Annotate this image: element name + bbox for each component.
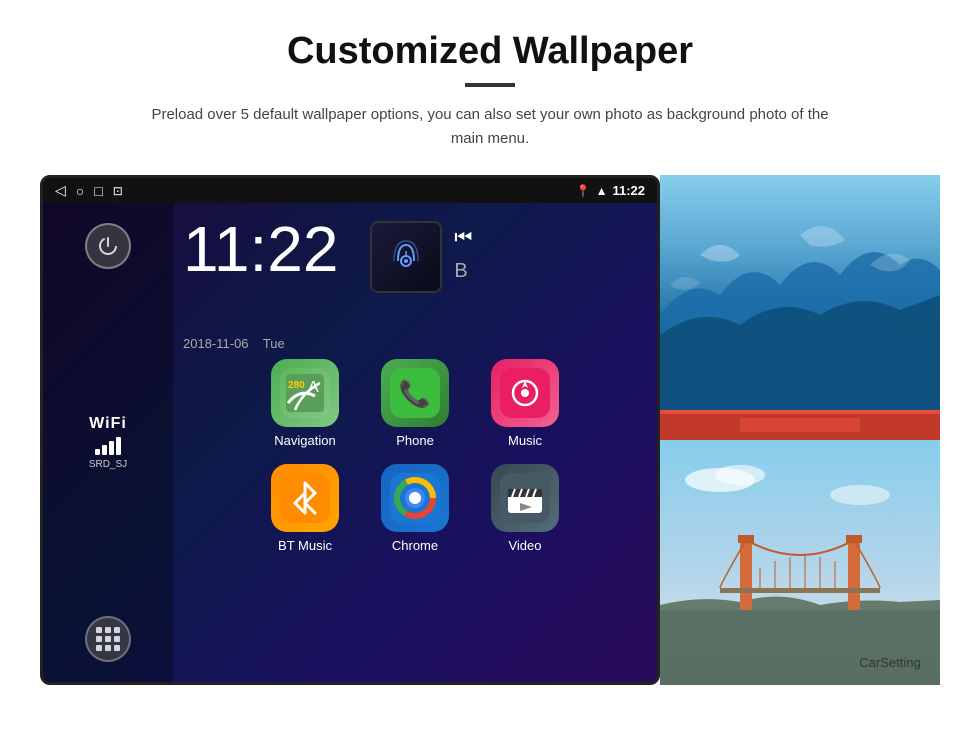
wallpaper-previews — [660, 175, 940, 685]
app-navigation[interactable]: A 280 Navigation — [260, 359, 350, 448]
wifi-bar-3 — [109, 441, 114, 455]
app-row-1: A 280 Navigation 📞 — [183, 359, 647, 448]
svg-text:📞: 📞 — [399, 376, 432, 408]
wifi-label: WiFi — [89, 415, 127, 433]
screenshot-icon: ⊡ — [113, 184, 123, 198]
recents-icon[interactable]: □ — [94, 183, 102, 199]
home-screen: WiFi SRD_SJ — [43, 203, 657, 682]
clock-date: 2018-11-06 Tue — [183, 336, 348, 351]
wifi-bar-2 — [102, 445, 107, 455]
app-row-2: BT Music — [183, 464, 647, 553]
radio-icon-box[interactable] — [370, 221, 442, 293]
home-main-area: 11:22 2018-11-06 Tue — [173, 203, 657, 682]
location-icon: 📍 — [576, 184, 591, 198]
wifi-widget: WiFi SRD_SJ — [89, 415, 127, 470]
carsetting-area: CarSetting — [40, 655, 940, 670]
app-phone-label: Phone — [396, 433, 434, 448]
app-music-label: Music — [508, 433, 542, 448]
app-bt-music-label: BT Music — [278, 538, 332, 553]
wallpaper-blue-ice — [660, 175, 940, 410]
navigation-icon: A 280 — [271, 359, 339, 427]
app-music[interactable]: Music — [480, 359, 570, 448]
power-button[interactable] — [85, 223, 131, 269]
status-time: 11:22 — [612, 183, 645, 198]
signal-icon: ▲ — [596, 184, 608, 198]
app-video-label: Video — [508, 538, 541, 553]
clock-row: 11:22 2018-11-06 Tue — [183, 217, 647, 351]
wallpaper-strip-preview — [660, 410, 940, 440]
chrome-icon — [381, 464, 449, 532]
back-icon[interactable]: ◁ — [55, 182, 66, 199]
wallpaper-bridge-svg — [660, 440, 940, 685]
music-icon — [491, 359, 559, 427]
carsetting-app[interactable]: CarSetting — [840, 655, 940, 670]
next-letter-button[interactable]: B — [454, 260, 472, 283]
wallpaper-golden-gate — [660, 440, 940, 685]
phone-icon: 📞 — [381, 359, 449, 427]
prev-track-button[interactable]: ⏮ — [454, 227, 472, 250]
page-title: Customized Wallpaper — [287, 30, 693, 73]
status-bar-nav: ◁ ○ □ ⊡ — [55, 182, 123, 199]
main-content: ◁ ○ □ ⊡ 📍 ▲ 11:22 — [40, 175, 940, 685]
app-chrome[interactable]: Chrome — [370, 464, 460, 553]
bt-music-icon — [271, 464, 339, 532]
status-bar: ◁ ○ □ ⊡ 📍 ▲ 11:22 — [43, 178, 657, 203]
carsetting-label: CarSetting — [859, 655, 920, 670]
app-bt-music[interactable]: BT Music — [260, 464, 350, 553]
wifi-signal-bars — [89, 437, 127, 455]
wifi-bar-1 — [95, 449, 100, 455]
title-divider — [465, 83, 515, 87]
wifi-bar-4 — [116, 437, 121, 455]
app-video[interactable]: Video — [480, 464, 570, 553]
svg-text:280: 280 — [288, 380, 305, 391]
app-navigation-label: Navigation — [274, 433, 335, 448]
status-bar-right: 📍 ▲ 11:22 — [576, 183, 645, 198]
svg-text:A: A — [308, 379, 319, 396]
wallpaper-blue-ice-svg — [660, 175, 940, 410]
media-controls: ⏮ B — [454, 227, 472, 283]
app-phone[interactable]: 📞 Phone — [370, 359, 460, 448]
page-subtitle: Preload over 5 default wallpaper options… — [140, 103, 840, 151]
clock-time-display: 11:22 2018-11-06 Tue — [183, 217, 348, 351]
left-sidebar: WiFi SRD_SJ — [43, 203, 173, 682]
clock-time: 11:22 — [183, 217, 338, 281]
grid-dots-icon — [96, 627, 120, 651]
device-mockup: ◁ ○ □ ⊡ 📍 ▲ 11:22 — [40, 175, 660, 685]
video-icon — [491, 464, 559, 532]
strip-preview-svg — [660, 410, 940, 440]
home-icon[interactable]: ○ — [76, 183, 84, 199]
app-chrome-label: Chrome — [392, 538, 438, 553]
wifi-ssid: SRD_SJ — [89, 459, 127, 470]
